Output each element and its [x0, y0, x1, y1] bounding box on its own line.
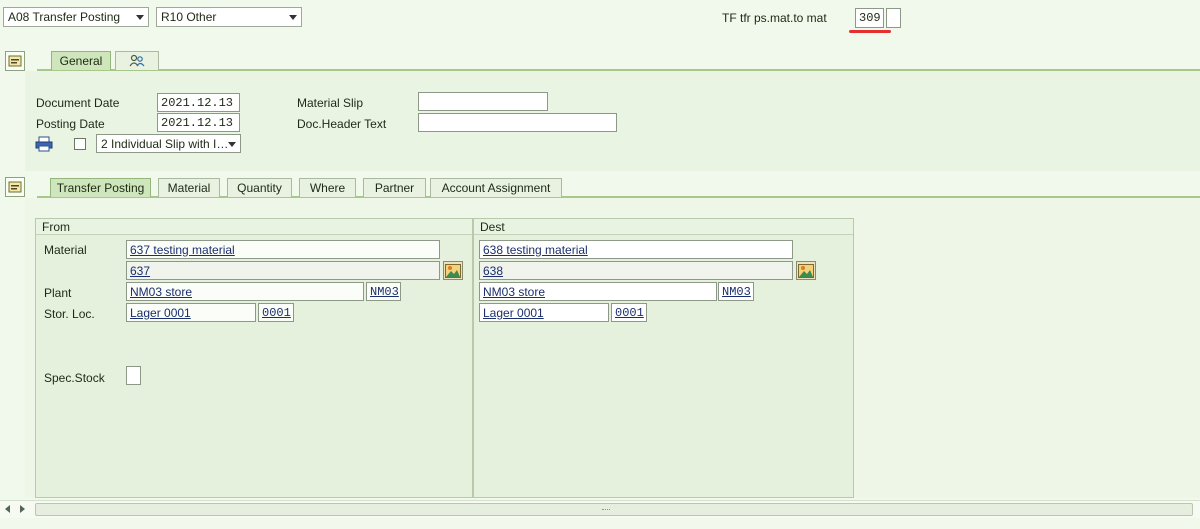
print-version-value: 2 Individual Slip with I…	[101, 136, 229, 151]
doc-header-text-input[interactable]	[418, 113, 617, 132]
spec-stock-input[interactable]	[126, 366, 141, 385]
from-plant-code: NM03	[366, 282, 401, 301]
reference-dropdown-value: R10 Other	[161, 10, 217, 24]
tab-general[interactable]: General	[51, 51, 111, 70]
material-slip-input[interactable]	[418, 92, 548, 111]
chevron-down-icon	[228, 142, 236, 147]
dest-plant-desc[interactable]: NM03 store	[479, 282, 717, 301]
person-group-icon	[129, 54, 145, 67]
from-plant-label: Plant	[44, 286, 72, 300]
movement-type-input[interactable]: 309	[855, 8, 884, 28]
dest-sloc-desc[interactable]: Lager 0001	[479, 303, 609, 322]
print-checkbox[interactable]	[74, 138, 86, 150]
dest-sloc-code[interactable]: 0001	[611, 303, 647, 322]
highlight-underline	[849, 30, 891, 33]
printer-icon	[35, 136, 53, 152]
tab-partner[interactable]: Partner	[363, 178, 426, 197]
spec-stock-label: Spec.Stock	[44, 371, 105, 385]
from-material-desc: 637 testing material	[126, 240, 440, 259]
posting-date-input[interactable]: 2021.12.13	[157, 113, 240, 132]
tab-account-assignment[interactable]: Account Assignment	[430, 178, 562, 197]
horizontal-scrollbar[interactable]	[0, 500, 1200, 518]
landscape-icon	[798, 263, 814, 278]
action-dropdown[interactable]: A08 Transfer Posting	[3, 7, 149, 27]
tab-material[interactable]: Material	[158, 178, 220, 197]
tab-where[interactable]: Where	[299, 178, 356, 197]
from-sloc-code: 0001	[258, 303, 294, 322]
scrollbar-grip-icon	[602, 509, 610, 511]
from-sloc-label: Stor. Loc.	[44, 307, 95, 321]
scrollbar-thumb[interactable]	[35, 503, 1193, 516]
scroll-left-icon[interactable]	[5, 505, 10, 513]
document-date-label: Document Date	[36, 96, 120, 110]
toggle-detail-icon	[8, 55, 22, 67]
print-version-dropdown[interactable]: 2 Individual Slip with I…	[96, 134, 241, 153]
scroll-right-icon[interactable]	[20, 505, 25, 513]
toggle-header-button[interactable]	[5, 51, 25, 71]
document-date-input[interactable]: 2021.12.13	[157, 93, 240, 112]
from-material-image-button[interactable]	[443, 261, 463, 280]
from-sloc-desc: Lager 0001	[126, 303, 256, 322]
doc-header-text-label: Doc.Header Text	[297, 117, 387, 131]
from-material-label: Material	[44, 243, 87, 257]
tab-partner-icon[interactable]	[115, 51, 159, 70]
movement-type-extra-input[interactable]	[886, 8, 901, 28]
material-slip-label: Material Slip	[297, 96, 364, 110]
chevron-down-icon	[289, 15, 297, 20]
action-dropdown-value: A08 Transfer Posting	[8, 10, 121, 24]
from-panel-title: From	[36, 219, 472, 235]
movement-type-label: TF tfr ps.mat.to mat	[722, 11, 827, 25]
toggle-detail-icon	[8, 181, 22, 193]
dest-panel: Dest	[473, 218, 854, 498]
dest-panel-title: Dest	[474, 219, 853, 235]
dest-material-desc[interactable]: 638 testing material	[479, 240, 793, 259]
posting-date-label: Posting Date	[36, 117, 105, 131]
toggle-items-button[interactable]	[5, 177, 25, 197]
from-material-number: 637	[126, 261, 440, 280]
dest-material-number: 638	[479, 261, 793, 280]
dest-plant-code[interactable]: NM03	[718, 282, 754, 301]
chevron-down-icon	[136, 15, 144, 20]
reference-dropdown[interactable]: R10 Other	[156, 7, 302, 27]
landscape-icon	[445, 263, 461, 278]
from-plant-desc: NM03 store	[126, 282, 364, 301]
tab-quantity[interactable]: Quantity	[227, 178, 292, 197]
from-panel: From	[35, 218, 473, 498]
tab-transfer-posting[interactable]: Transfer Posting	[50, 178, 151, 197]
print-button[interactable]	[35, 136, 53, 152]
dest-material-image-button[interactable]	[796, 261, 816, 280]
